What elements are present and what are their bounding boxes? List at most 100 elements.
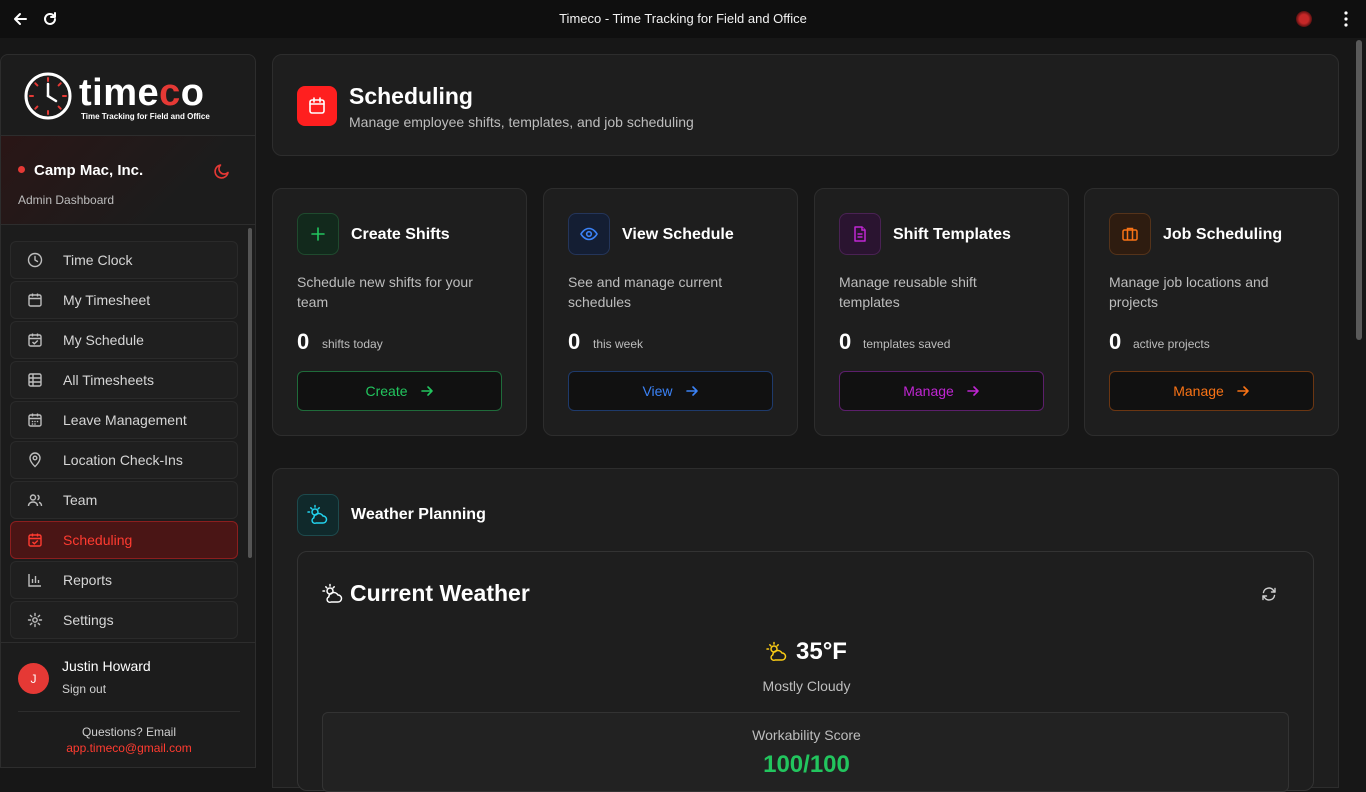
- card-title: Shift Templates: [893, 226, 1011, 243]
- gear-icon: [26, 611, 44, 629]
- calendar-check-icon: [26, 331, 44, 349]
- sidebar: timeco Time Tracking for Field and Offic…: [0, 54, 256, 768]
- card-count: 0: [839, 329, 852, 354]
- sidebar-item-label: My Schedule: [63, 332, 144, 348]
- calendar-icon: [26, 291, 44, 309]
- manage-templates-button[interactable]: Manage: [839, 371, 1044, 411]
- plus-icon: [297, 213, 339, 255]
- sidebar-item-label: Time Clock: [63, 252, 133, 268]
- calendar-check-icon: [26, 531, 44, 549]
- avatar[interactable]: J: [18, 663, 49, 694]
- sidebar-item-label: Reports: [63, 572, 113, 588]
- file-text-icon: [839, 213, 881, 255]
- sidebar-item-label: Leave Management: [63, 412, 187, 428]
- arrow-right-icon: [420, 386, 433, 396]
- workability-label: Workability Score: [752, 727, 861, 743]
- card-description: Manage job locations and projects: [1109, 274, 1269, 310]
- refresh-button[interactable]: [1261, 586, 1277, 607]
- sidebar-item-label: All Timesheets: [63, 372, 155, 388]
- cloud-sun-icon: [297, 494, 339, 536]
- sidebar-item-reports[interactable]: Reports: [10, 561, 238, 599]
- card-title: View Schedule: [622, 226, 734, 243]
- sidebar-item-leave-management[interactable]: Leave Management: [10, 401, 238, 439]
- map-pin-icon: [26, 451, 44, 469]
- view-button[interactable]: View: [568, 371, 773, 411]
- main-content: Scheduling Manage employee shifts, templ…: [272, 54, 1339, 792]
- page-title: Scheduling: [349, 83, 473, 109]
- sidebar-item-my-schedule[interactable]: My Schedule: [10, 321, 238, 359]
- card-count-unit: active projects: [1133, 337, 1210, 351]
- clock-icon: [26, 251, 44, 269]
- card-count-unit: shifts today: [322, 337, 383, 351]
- users-icon: [26, 491, 44, 509]
- card-count-unit: templates saved: [863, 337, 951, 351]
- bar-chart-icon: [26, 571, 44, 589]
- section-title: Weather Planning: [351, 506, 486, 523]
- card-description: Manage reusable shift templates: [839, 274, 977, 310]
- org-status-dot: [18, 166, 25, 173]
- logo-wordmark: timeco: [79, 72, 205, 114]
- current-weather-card: Current Weather 35°F Mostly Cloudy Worka…: [297, 551, 1315, 792]
- calendar-days-icon: [26, 411, 44, 429]
- arrow-right-icon: [685, 386, 698, 396]
- sidebar-item-scheduling[interactable]: Scheduling: [10, 521, 238, 559]
- card-count: 0: [297, 329, 310, 354]
- user-name: Justin Howard: [62, 658, 151, 674]
- sidebar-item-settings[interactable]: Settings: [10, 601, 238, 639]
- card-title: Create Shifts: [351, 226, 450, 243]
- more-menu-button[interactable]: [1336, 9, 1356, 29]
- sidebar-item-label: Team: [63, 492, 98, 508]
- organization-panel: Camp Mac, Inc. Admin Dashboard: [1, 136, 255, 225]
- button-label: Create: [365, 383, 408, 399]
- window-title: Timeco - Time Tracking for Field and Off…: [559, 11, 807, 26]
- table-icon: [26, 371, 44, 389]
- weather-condition: Mostly Cloudy: [762, 678, 851, 694]
- sidebar-item-location-check-ins[interactable]: Location Check-Ins: [10, 441, 238, 479]
- card-count: 0: [1109, 329, 1122, 354]
- questions-text: Questions? Email: [81, 725, 177, 739]
- workability-score: 100/100: [763, 751, 850, 778]
- sign-out-link[interactable]: Sign out: [62, 682, 106, 696]
- weather-planning-section: Weather Planning Current Weather 35°F Mo…: [272, 468, 1339, 792]
- sidebar-item-my-timesheet[interactable]: My Timesheet: [10, 281, 238, 319]
- temperature: 35°F: [796, 638, 847, 665]
- page-scrollbar[interactable]: [1356, 40, 1362, 340]
- workability-card: Workability Score 100/100: [322, 712, 1289, 792]
- browser-titlebar: Timeco - Time Tracking for Field and Off…: [0, 0, 1366, 38]
- divider: [18, 711, 240, 712]
- card-view-schedule: View Schedule See and manage current sch…: [543, 188, 798, 436]
- eye-icon: [568, 213, 610, 255]
- sidebar-item-time-clock[interactable]: Time Clock: [10, 241, 238, 279]
- button-label: View: [642, 383, 673, 399]
- action-cards: Create Shifts Schedule new shifts for yo…: [272, 188, 1339, 436]
- current-weather-title: Current Weather: [350, 580, 530, 606]
- button-label: Manage: [1173, 383, 1224, 399]
- temperature-row: 35°F: [298, 638, 1315, 666]
- card-description: Schedule new shifts for your team: [297, 274, 473, 310]
- org-name: Camp Mac, Inc.: [34, 162, 144, 179]
- card-description: See and manage current schedules: [568, 274, 723, 310]
- cloud-sun-icon: [322, 583, 343, 603]
- support-email-link[interactable]: app.timeco@gmail.com: [1, 741, 255, 755]
- cloud-sun-icon: [766, 641, 787, 661]
- moon-icon: [214, 164, 229, 179]
- sidebar-item-label: Scheduling: [63, 532, 133, 548]
- extension-icon[interactable]: [1296, 11, 1312, 27]
- manage-jobs-button[interactable]: Manage: [1109, 371, 1314, 411]
- card-create-shifts: Create Shifts Schedule new shifts for yo…: [272, 188, 527, 436]
- sidebar-item-team[interactable]: Team: [10, 481, 238, 519]
- create-button[interactable]: Create: [297, 371, 502, 411]
- sidebar-item-all-timesheets[interactable]: All Timesheets: [10, 361, 238, 399]
- logo-tagline: Time Tracking for Field and Office: [81, 112, 210, 121]
- theme-toggle[interactable]: [213, 162, 231, 185]
- card-job-scheduling: Job Scheduling Manage job locations and …: [1084, 188, 1339, 436]
- card-count: 0: [568, 329, 581, 354]
- org-subtitle: Admin Dashboard: [18, 193, 115, 207]
- page-subtitle: Manage employee shifts, templates, and j…: [349, 114, 694, 130]
- sidebar-item-label: Location Check-Ins: [63, 452, 183, 468]
- sidebar-item-label: My Timesheet: [63, 292, 151, 308]
- sidebar-scrollbar[interactable]: [248, 228, 252, 558]
- logo[interactable]: timeco Time Tracking for Field and Offic…: [1, 55, 255, 136]
- kebab-menu-icon: [1344, 11, 1348, 27]
- button-label: Manage: [903, 383, 954, 399]
